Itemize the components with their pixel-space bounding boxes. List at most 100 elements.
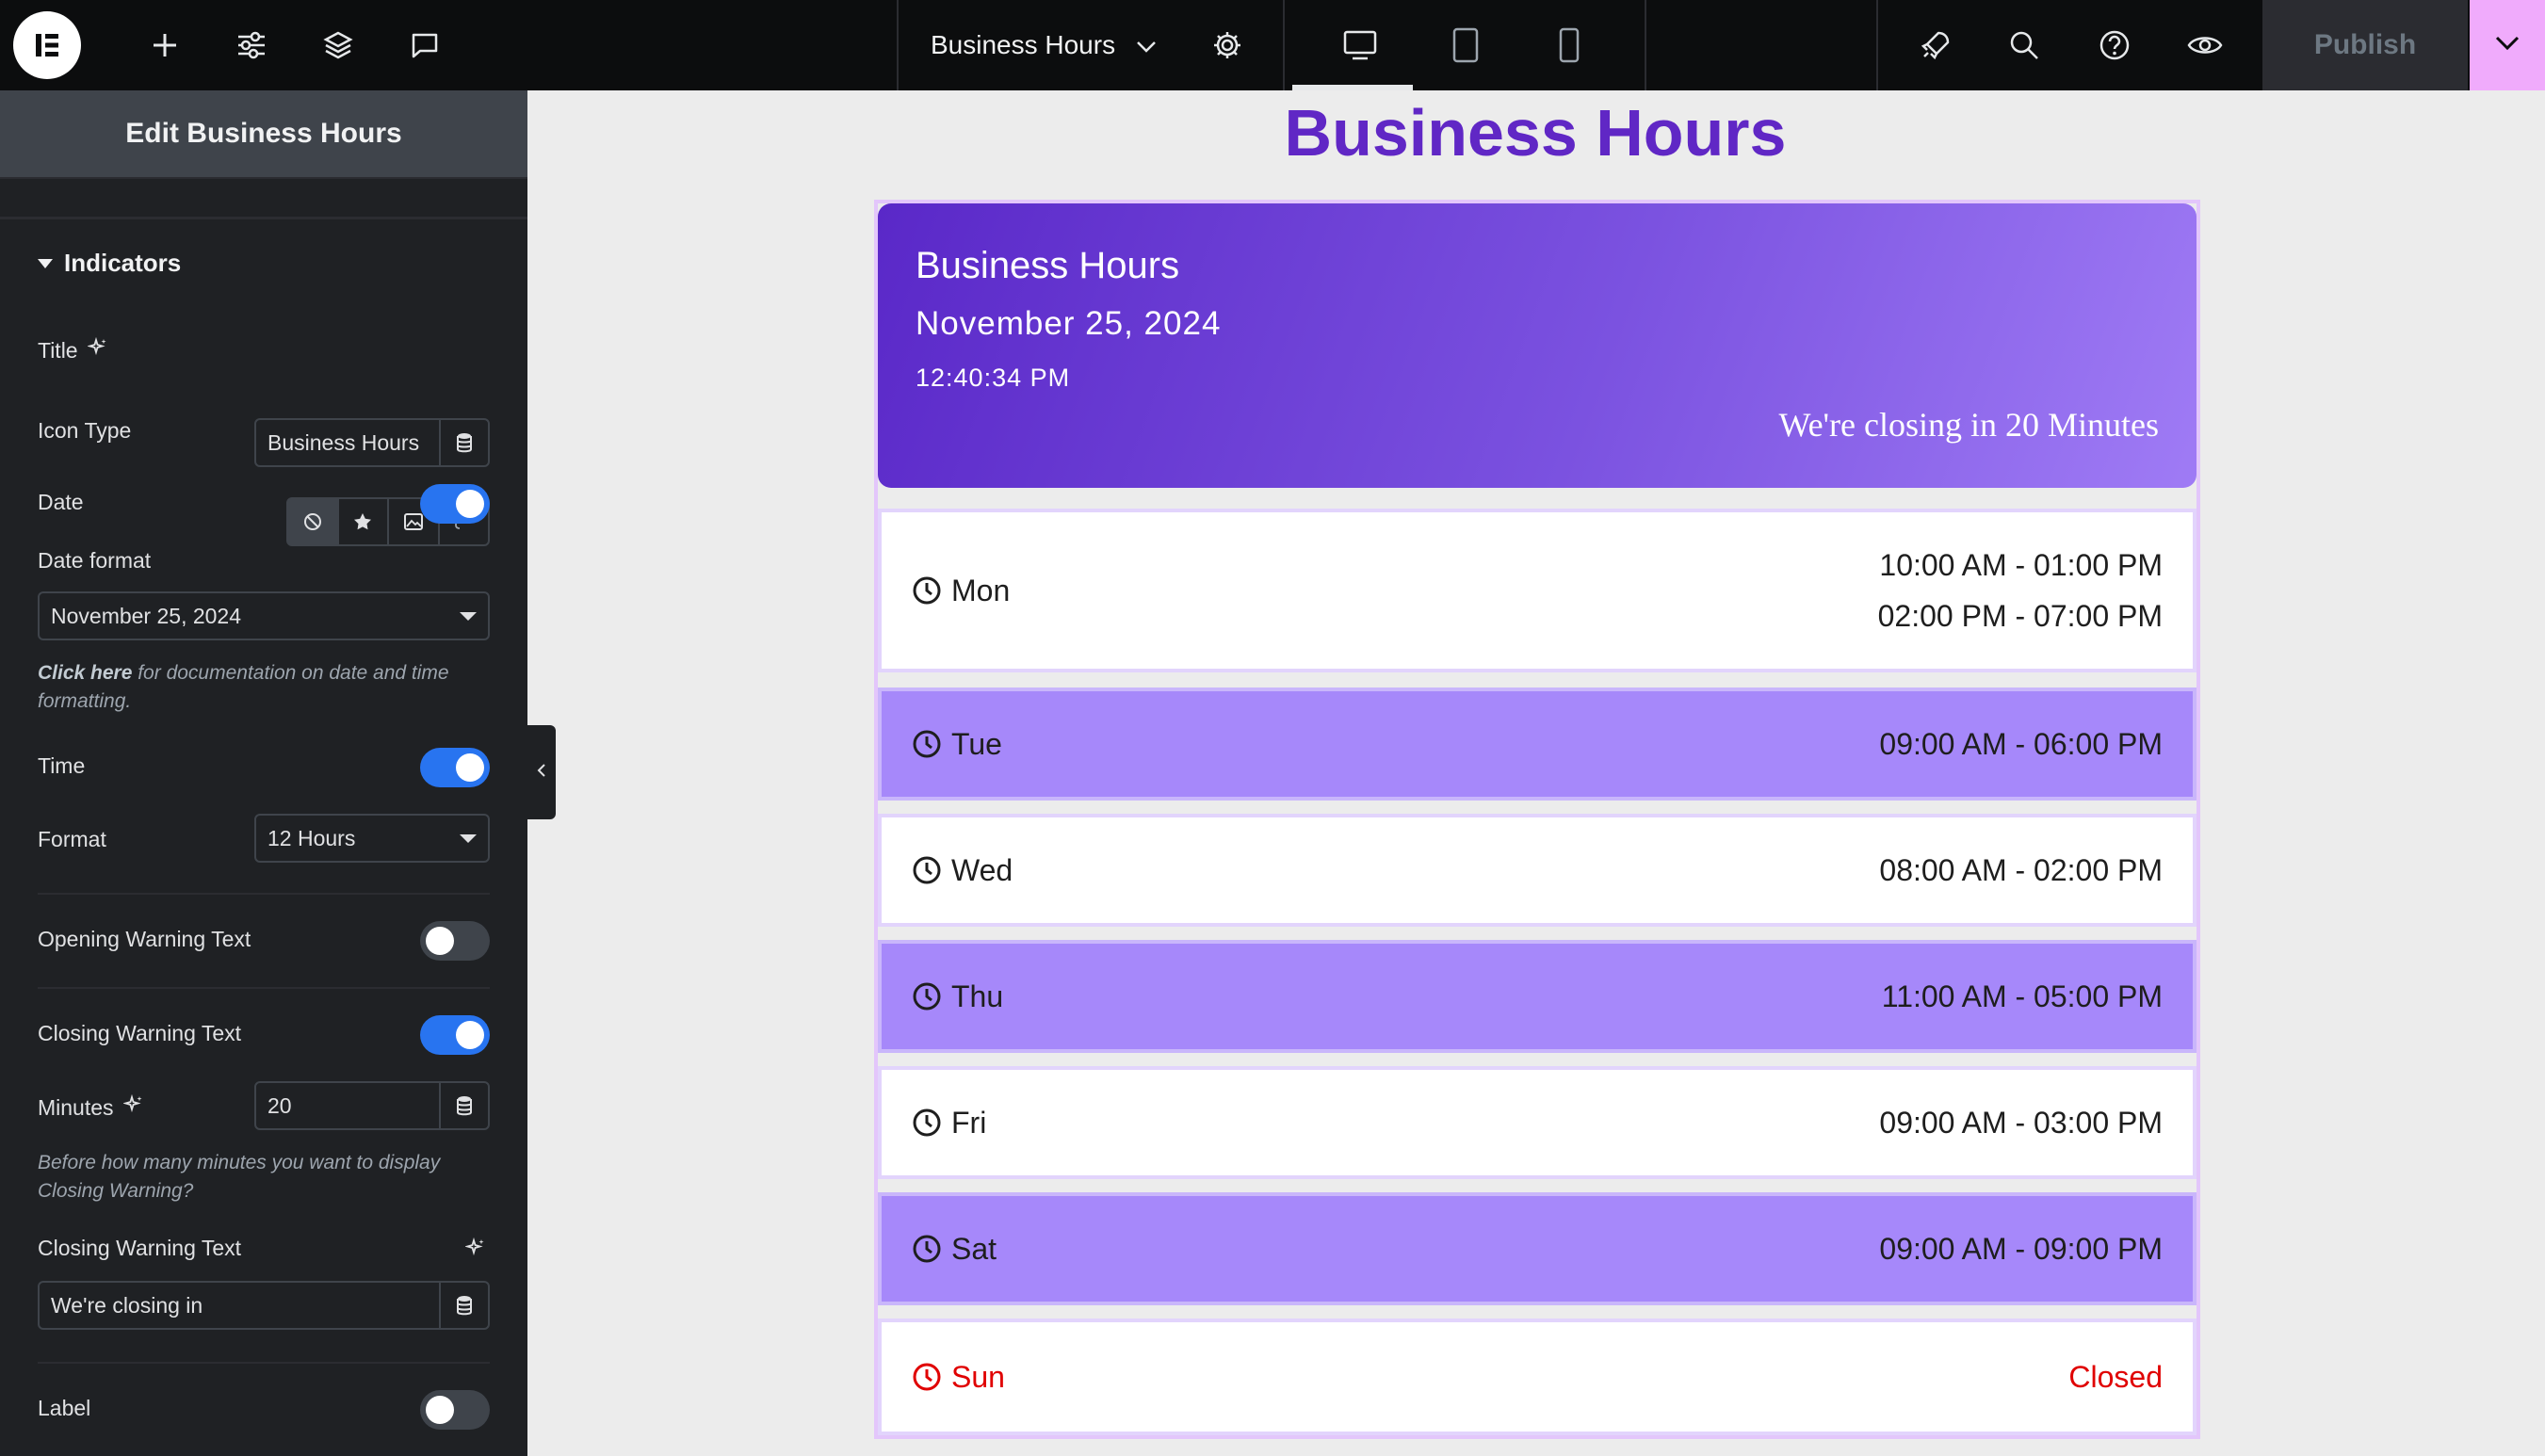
divider (0, 217, 527, 219)
toggle-knob (456, 1021, 484, 1049)
clock-icon (913, 576, 941, 605)
hours-range: 09:00 AM - 03:00 PM (1879, 1106, 2163, 1140)
clock-icon (913, 1108, 941, 1137)
publish-options-button[interactable] (2470, 0, 2545, 90)
opening-warning-label: Opening Warning Text (38, 927, 251, 951)
date-format-note: Click here for documentation on date and… (38, 659, 490, 716)
tablet-icon[interactable] (1428, 0, 1503, 90)
ai-sparkle-icon[interactable] (86, 336, 108, 364)
search-icon[interactable] (1993, 0, 2055, 90)
card-title: Business Hours (916, 245, 1180, 286)
layers-icon[interactable] (307, 0, 369, 90)
collapse-panel-button[interactable] (527, 725, 556, 819)
day-name: Thu (951, 979, 1004, 1013)
date-format-value: November 25, 2024 (51, 603, 242, 628)
day-name: Sun (951, 1359, 1005, 1394)
star-icon[interactable] (339, 499, 389, 544)
desktop-icon[interactable] (1322, 0, 1398, 90)
day-row: Sat 09:00 AM - 09:00 PM (878, 1192, 2196, 1305)
clock-icon (913, 730, 941, 758)
toggle-knob (426, 927, 454, 955)
divider (38, 1362, 490, 1364)
caret-down-icon (460, 833, 477, 843)
ai-sparkle-icon[interactable] (122, 1093, 144, 1121)
day-name: Mon (951, 573, 1011, 607)
clock-icon (913, 1235, 941, 1263)
chevron-down-icon (2495, 36, 2520, 56)
time-label: Time (38, 753, 86, 778)
rocket-icon[interactable] (1905, 0, 1967, 90)
closing-warning-label: Closing Warning Text (38, 1021, 242, 1045)
toggle-knob (456, 490, 484, 518)
time-toggle[interactable] (420, 748, 490, 787)
top-bar: Business Hours Publish (0, 0, 2545, 90)
editor-panel: Edit Business Hours Indicators Title Bus… (0, 90, 527, 1456)
hours-range: 11:00 AM - 05:00 PM (1881, 979, 2163, 1013)
title-input[interactable]: Business Hours (254, 418, 490, 467)
format-label: Format (38, 827, 106, 851)
label-label: Label (38, 1396, 91, 1420)
document-title: Business Hours (931, 30, 1116, 59)
divider (38, 893, 490, 895)
mobile-icon[interactable] (1532, 0, 1607, 90)
caret-down-icon (460, 611, 477, 621)
minutes-input[interactable]: 20 (254, 1081, 490, 1130)
dynamic-tags-icon[interactable] (439, 420, 488, 465)
divider (38, 987, 490, 989)
dynamic-tags-icon[interactable] (439, 1083, 488, 1128)
day-row: Mon 10:00 AM - 01:00 PM 02:00 PM - 07:00… (878, 509, 2196, 672)
date-format-select[interactable]: November 25, 2024 (38, 591, 490, 640)
label-toggle[interactable] (420, 1390, 490, 1430)
closing-warning-text: We're closing in 20 Minutes (1778, 406, 2159, 444)
opening-warning-toggle[interactable] (420, 921, 490, 961)
none-icon[interactable] (288, 499, 339, 544)
minutes-label: Minutes (38, 1093, 144, 1121)
day-name: Fri (951, 1105, 987, 1140)
minutes-input-value: 20 (267, 1092, 292, 1118)
minutes-label-text: Minutes (38, 1094, 114, 1120)
dynamic-tags-icon[interactable] (439, 1283, 488, 1328)
business-hours-header: Business Hours November 25, 2024 12:40:3… (878, 203, 2196, 488)
document-title-dropdown[interactable]: Business Hours (931, 0, 1157, 90)
comment-icon[interactable] (394, 0, 456, 90)
panel-title: Edit Business Hours (0, 90, 527, 179)
day-name: Tue (951, 726, 1002, 761)
hours-range: 08:00 AM - 02:00 PM (1879, 853, 2163, 887)
card-time: 12:40:34 PM (916, 364, 1071, 392)
elementor-logo-icon[interactable] (13, 11, 81, 79)
card-date: November 25, 2024 (916, 305, 1222, 342)
closing-text-input[interactable]: We're closing in (38, 1281, 490, 1330)
clock-icon (913, 856, 941, 884)
day-row: Tue 09:00 AM - 06:00 PM (878, 688, 2196, 801)
gear-icon[interactable] (1196, 0, 1258, 90)
day-row: Thu 11:00 AM - 05:00 PM (878, 940, 2196, 1053)
publish-button[interactable]: Publish (2262, 0, 2468, 90)
date-format-label: Date format (38, 548, 152, 573)
title-label: Title (38, 336, 108, 364)
caret-down-icon (38, 258, 53, 268)
sliders-icon[interactable] (220, 0, 283, 90)
time-format-select[interactable]: 12 Hours (254, 814, 490, 863)
toggle-knob (456, 753, 484, 782)
clock-icon (913, 982, 941, 1011)
section-title: Indicators (64, 249, 182, 277)
closing-text-value: We're closing in (51, 1292, 203, 1318)
date-toggle[interactable] (420, 484, 490, 524)
chevron-left-icon (536, 763, 547, 783)
day-row: Sun Closed (878, 1318, 2196, 1435)
ai-sparkle-icon[interactable] (464, 1237, 486, 1263)
documentation-link[interactable]: Click here (38, 662, 132, 684)
hours-range: 09:00 AM - 09:00 PM (1879, 1232, 2163, 1266)
section-indicators-toggle[interactable]: Indicators (38, 249, 181, 278)
hours-range: 02:00 PM - 07:00 PM (1877, 599, 2163, 633)
closed-label: Closed (2068, 1360, 2163, 1394)
plus-icon[interactable] (134, 0, 196, 90)
day-name: Wed (951, 852, 1013, 887)
date-label: Date (38, 490, 84, 514)
closing-warning-toggle[interactable] (420, 1015, 490, 1055)
chevron-down-icon (1136, 30, 1157, 60)
help-icon[interactable] (2083, 0, 2146, 90)
toggle-knob (426, 1396, 454, 1424)
eye-icon[interactable] (2174, 0, 2236, 90)
page-heading: Business Hours (1284, 96, 1787, 170)
